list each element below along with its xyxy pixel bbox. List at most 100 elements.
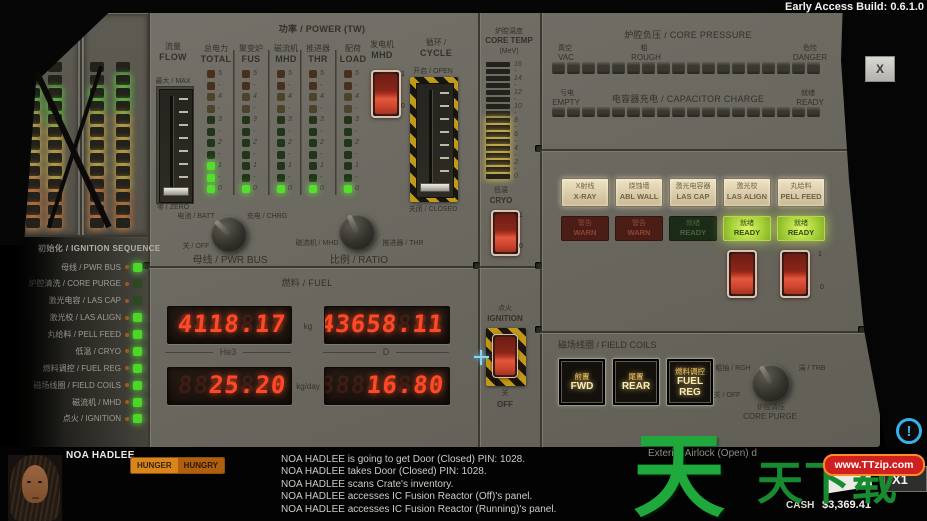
core-purge-knob[interactable]: [752, 364, 790, 402]
sequence-led: [133, 380, 142, 390]
pwr-bus-knob[interactable]: [211, 216, 247, 252]
field-coil-button[interactable]: 燃料调控 FUEL REG: [666, 358, 714, 406]
empty-cn: 亏电: [560, 90, 574, 97]
power-gauge-mhd: 5-4-3-2-1-0: [277, 70, 297, 197]
subsystem-button[interactable]: 激光电容器 LAS CAP: [669, 178, 717, 207]
field-coils-title: 磁场线圈 / FIELD COILS: [558, 340, 657, 350]
divider: [336, 50, 337, 195]
status-lamp: 警告 WARN: [561, 216, 609, 241]
field-coil-button[interactable]: 前置 FWD: [558, 358, 606, 406]
status-lamp: 就绪 READY: [777, 216, 825, 241]
switch-mark-off: 0: [820, 284, 824, 291]
battery-gauge: [116, 62, 130, 228]
flow-slider[interactable]: [156, 86, 194, 204]
capacitor-title: 电容器充电 / CAPACITOR CHARGE: [611, 94, 765, 104]
power-gauge-load: 5-4-3-2-1-0: [344, 70, 364, 197]
divider: [234, 50, 235, 195]
ratio-thr-label: 推进器 / THR: [382, 240, 424, 247]
sequence-led: [133, 414, 142, 424]
core-temp-cn: 炉腔温度: [495, 28, 523, 35]
field-coil-button[interactable]: 尾置 REAR: [612, 358, 660, 406]
subsystem-button[interactable]: 丸给料 PELL FEED: [777, 178, 825, 207]
power-col-total-label: 总电力 TOTAL: [200, 44, 232, 65]
power-col-thr-label: 推进器 THR: [306, 44, 330, 65]
screw: [535, 326, 542, 333]
hunger-badge-value: HUNGRY: [177, 458, 225, 473]
fuel-title: 燃料 / FUEL: [281, 278, 333, 288]
purge-knob-cn: 炉腔清压: [757, 404, 785, 411]
portrait-eye: [27, 481, 31, 483]
switch-mark-on: 1: [818, 251, 822, 258]
sequence-led: [133, 313, 142, 323]
cryo-en: CRYO: [489, 196, 513, 205]
screw: [535, 145, 542, 152]
vac-cn: 真空: [558, 45, 572, 52]
empty-en: EMPTY: [552, 98, 580, 107]
divider: [540, 331, 866, 333]
event-log: NOA HADLEE is going to get Door (Closed)…: [281, 454, 556, 516]
divider: [540, 10, 542, 447]
pwrbus-chrg-label: 充电 / CHRG: [246, 213, 288, 220]
character-portrait[interactable]: [8, 455, 62, 521]
status-lamp: 就绪 READY: [669, 216, 717, 241]
ignition-switch[interactable]: [486, 328, 526, 386]
flow-slider-handle[interactable]: [163, 187, 189, 196]
cap-ready-cn: 就绪: [801, 90, 815, 97]
close-button[interactable]: X: [865, 56, 895, 82]
power-gauge-thr: 5-4-3-2-1-0: [309, 70, 329, 197]
ratio-knob[interactable]: [339, 213, 375, 250]
sequence-dot: [125, 349, 129, 354]
subsystem-button[interactable]: 激光校 LAS ALIGN: [723, 178, 771, 207]
ignition-en: IGNITION: [487, 314, 523, 323]
divider: [148, 266, 540, 268]
divider: [540, 149, 866, 151]
switch-mark-on: 1: [401, 71, 405, 78]
generator-mhd-switch[interactable]: [371, 70, 401, 118]
subsystem-button[interactable]: 烧蚀墙 ABL WALL: [615, 178, 663, 207]
purge-trb-label: 湍 / TRB: [798, 365, 826, 372]
frame-shadow: [18, 237, 66, 447]
las-align-switch[interactable]: [727, 250, 757, 298]
cryo-cn: 低温: [494, 187, 508, 194]
kg-unit: kg: [303, 322, 313, 331]
sequence-dot: [125, 281, 129, 286]
cycle-slider-handle[interactable]: [420, 183, 450, 192]
pwrbus-batt-label: 电池 / BATT: [177, 213, 215, 220]
cryo-switch[interactable]: [491, 210, 520, 256]
rough-en: ROUGH: [631, 53, 661, 62]
log-line: NOA HADLEE takes Door (Closed) PIN: 1028…: [281, 466, 487, 478]
sequence-led: [133, 397, 142, 407]
power-col-fus-label: 聚变炉 FUS: [239, 44, 263, 65]
core-temp-en: CORE TEMP: [485, 36, 533, 45]
power-col-load-label: 配荷 LOAD: [339, 44, 367, 65]
ignition-off-cn: 关: [501, 390, 509, 397]
watermark-character: 天: [633, 426, 726, 521]
subsystem-button[interactable]: X射线 X-RAY: [561, 178, 609, 207]
sequence-led: [133, 363, 142, 373]
divider: [269, 50, 270, 195]
alert-icon[interactable]: !: [896, 418, 922, 444]
divider: [301, 50, 302, 195]
sequence-led: [133, 279, 142, 289]
cycle-open-label: 开启 / OPEN: [413, 68, 453, 75]
vac-en: VAC: [558, 53, 574, 62]
hunger-badge-label: HUNGER: [131, 458, 178, 473]
flow-max-label: 最大 / MAX: [155, 78, 191, 85]
log-line: NOA HADLEE accesses IC Fusion Reactor (O…: [281, 491, 533, 503]
flow-label: 流量 FLOW: [159, 42, 187, 63]
generator-mhd-label: 发电机 MHD: [370, 40, 394, 61]
sequence-led: [133, 346, 142, 356]
pell-feed-switch[interactable]: [780, 250, 810, 298]
sequence-dot: [125, 298, 129, 303]
purge-knob-en: CORE PURGE: [743, 412, 797, 421]
field-coil-buttons: 前置 FWD 尾置 REAR 燃料调控 FUEL REG: [558, 358, 714, 406]
cycle-closed-label: 关闭 / CLOSED: [408, 206, 458, 213]
switch-mark-off: 0: [519, 243, 523, 250]
ignition-rocker[interactable]: [492, 334, 518, 378]
core-temp-gauge: 16-14-12-10-8-6-4-2-0: [486, 61, 523, 181]
kgday-unit: kg/day: [296, 382, 320, 391]
mouse-cursor: [474, 356, 489, 358]
reactor-console-screen: BATT. (%) 功率 / POWER (TW) 流量 FLOW 最大 / M…: [0, 0, 927, 521]
cycle-slider[interactable]: [410, 77, 458, 202]
sequence-led: [133, 296, 142, 306]
